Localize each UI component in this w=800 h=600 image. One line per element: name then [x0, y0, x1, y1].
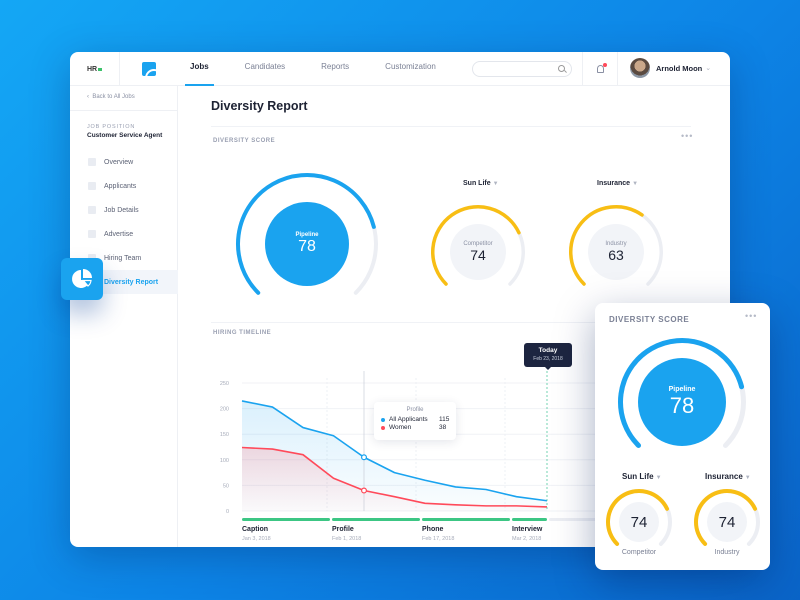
y-tick-label: 50: [223, 483, 229, 489]
y-tick-label: 250: [220, 381, 229, 387]
tab-jobs[interactable]: Jobs: [185, 52, 214, 86]
overview-icon: [88, 158, 96, 166]
card-pipeline-label: Pipeline: [668, 385, 696, 393]
caret-down-icon: ▼: [744, 475, 751, 481]
stage-progress-bar: [242, 518, 330, 521]
tab-reports[interactable]: Reports: [321, 52, 349, 86]
card-industry-gauge: 74: [693, 488, 761, 556]
sidebar: ‹ Back to All Jobs JOB POSITION Customer…: [70, 86, 178, 547]
company-logo-icon: [142, 62, 156, 76]
bell-icon: [596, 63, 607, 73]
hover-point: [361, 454, 368, 461]
tooltip-series-value: 115: [439, 416, 450, 423]
back-link-label: Back to All Jobs: [92, 94, 135, 100]
more-icon[interactable]: •••: [745, 311, 757, 321]
avatar: [630, 58, 650, 78]
pie-chart-icon: [72, 269, 92, 288]
y-tick-label: 200: [220, 407, 229, 413]
card-pipeline-value: 78: [669, 392, 695, 418]
today-label: Today: [538, 347, 558, 354]
card-industry-score: 74: [707, 502, 747, 542]
tooltip-series-value: 38: [439, 424, 447, 431]
card-competitor-dropdown-label: Sun Life: [622, 472, 654, 481]
sidebar-item-applicants[interactable]: Applicants: [70, 174, 178, 198]
tooltip-row-all: All Applicants 115: [381, 416, 456, 423]
card-title: DIVERSITY SCORE: [609, 315, 690, 324]
notification-badge: [602, 63, 607, 67]
sidebar-item-label: Job Details: [104, 206, 139, 214]
job-title: Customer Service Agent: [87, 132, 163, 139]
sidebar-item-advertise[interactable]: Advertise: [70, 222, 178, 246]
briefcase-icon: [88, 206, 96, 214]
sidebar-item-label: Advertise: [104, 230, 134, 238]
user-icon: [88, 182, 96, 190]
company-logo[interactable]: [120, 52, 178, 86]
caret-down-icon: ▼: [655, 475, 662, 481]
tooltip-title: Profile: [406, 407, 424, 413]
stage-name: Caption: [242, 526, 268, 533]
legend-dot-all: [381, 417, 385, 422]
card-industry-dropdown[interactable]: Insurance ▼: [705, 472, 751, 481]
sidebar-item-label: Overview: [104, 158, 134, 166]
sidebar-item-job-details[interactable]: Job Details: [70, 198, 178, 222]
stage-date: Feb 17, 2018: [422, 536, 454, 542]
diversity-report-app-icon[interactable]: [61, 258, 103, 300]
stage-name: Profile: [332, 526, 354, 533]
y-tick-label: 100: [220, 458, 229, 464]
divider: [70, 110, 178, 111]
stage-date: Jan 3, 2018: [242, 536, 271, 542]
megaphone-icon: [88, 230, 96, 238]
stage-progress-bar: [512, 518, 547, 521]
notifications-button[interactable]: [582, 52, 618, 86]
top-bar: HR Jobs Candidates Reports Customization…: [70, 52, 730, 86]
card-competitor-value: 74: [630, 513, 648, 531]
card-industry-value: 74: [718, 513, 736, 531]
brand-logo[interactable]: HR: [70, 52, 120, 86]
card-pipeline-gauge: Pipeline 78: [617, 337, 747, 467]
brand-text: HR: [86, 65, 98, 73]
tooltip-row-women: Women 38: [381, 424, 456, 431]
stage-name: Interview: [512, 526, 543, 533]
y-tick-label: 150: [220, 432, 229, 438]
legend-dot-women: [381, 425, 385, 430]
card-industry-label: Industry: [714, 549, 740, 556]
card-pipeline-score: Pipeline 78: [638, 358, 726, 446]
card-competitor-gauge: 74: [605, 488, 673, 556]
today-pointer: [545, 367, 551, 370]
chart-tooltip: Profile All Applicants 115 Women 38: [374, 402, 456, 440]
sidebar-item-overview[interactable]: Overview: [70, 150, 178, 174]
today-date: Feb 23, 2018: [533, 356, 563, 362]
card-competitor-label: Competitor: [621, 549, 657, 556]
y-tick-label: 0: [226, 509, 229, 515]
job-position-label: JOB POSITION: [87, 124, 136, 130]
back-link[interactable]: ‹ Back to All Jobs: [87, 94, 135, 100]
search-input[interactable]: [472, 61, 572, 77]
stage-date: Feb 1, 2018: [332, 536, 361, 542]
hover-point: [361, 487, 368, 494]
card-competitor-dropdown[interactable]: Sun Life ▼: [622, 472, 662, 481]
tab-customization[interactable]: Customization: [385, 52, 436, 86]
brand-dot: [98, 67, 103, 71]
floating-diversity-card: DIVERSITY SCORE ••• Pipeline 78 Sun Life…: [595, 303, 770, 570]
sidebar-item-label: Applicants: [104, 182, 137, 190]
user-menu[interactable]: Arnold Moon ⌄: [630, 58, 711, 78]
search-icon[interactable]: [558, 65, 565, 72]
card-industry-dropdown-label: Insurance: [705, 472, 743, 481]
stage-progress-bar: [332, 518, 420, 521]
card-competitor-score: 74: [619, 502, 659, 542]
sidebar-item-label: Hiring Team: [104, 254, 142, 262]
tooltip-series-name: All Applicants: [389, 416, 428, 423]
chevron-down-icon: ⌄: [705, 65, 712, 72]
sidebar-item-label: Diversity Report: [104, 278, 159, 286]
tab-candidates[interactable]: Candidates: [245, 52, 285, 86]
today-marker: Today Feb 23, 2018: [524, 343, 572, 370]
tooltip-series-name: Women: [389, 424, 412, 431]
stage-date: Mar 2, 2018: [512, 536, 541, 542]
stage-progress-bar: [422, 518, 510, 521]
stage-name: Phone: [422, 526, 443, 533]
main-nav: Jobs Candidates Reports Customization: [185, 52, 472, 86]
user-name: Arnold Moon: [656, 63, 703, 73]
